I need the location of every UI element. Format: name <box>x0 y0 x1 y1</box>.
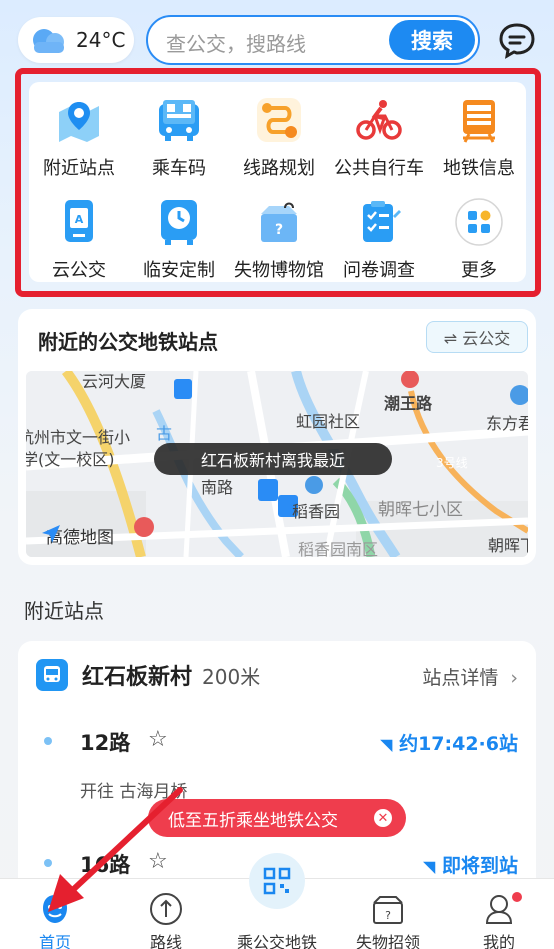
arrival-text: 约17:42·6站 <box>399 733 518 755</box>
map-label: 稻香园南区 <box>298 540 378 557</box>
station-detail-link[interactable]: 站点详情 › <box>422 663 518 690</box>
nav-label: 失物招领 <box>355 933 420 949</box>
promo-text: 低至五折乘坐地铁公交 <box>168 810 338 831</box>
arrival-info: ◥ 约17:42·6站 <box>380 729 518 756</box>
navigation-arrow-icon <box>42 525 60 543</box>
station-name: 红石板新村 <box>82 665 193 690</box>
temperature: 24°C <box>76 28 126 52</box>
map-label: 南路 <box>201 478 233 497</box>
map-label: 东方君 <box>486 414 528 433</box>
lost-box-icon: ? <box>373 896 403 924</box>
compass-icon <box>150 893 182 925</box>
cloud-bus-button[interactable]: ⇌ 云公交 <box>426 321 528 353</box>
route-name: 12路 <box>80 731 131 755</box>
map-label: 潮王路 <box>384 394 433 413</box>
map-label: 朝晖七小区 <box>378 500 463 520</box>
notification-dot <box>512 892 522 902</box>
station-header: 红石板新村 200米 <box>36 659 260 691</box>
station-distance: 200米 <box>202 664 261 689</box>
nav-lost-found[interactable]: ? 失物招领 <box>338 879 438 949</box>
qr-code-icon <box>263 867 291 895</box>
promo-banner[interactable]: 低至五折乘坐地铁公交 ✕ <box>148 799 406 837</box>
map-label: 3号线 <box>436 456 468 470</box>
nav-label: 路线 <box>149 933 182 949</box>
svg-text:?: ? <box>385 909 391 922</box>
qr-ride-button[interactable] <box>249 853 305 909</box>
route-dot <box>44 859 52 867</box>
nav-profile[interactable]: 我的 <box>449 879 549 949</box>
weather-widget[interactable]: 24°C <box>18 17 134 63</box>
map-label: 杭州市文一街小 <box>26 428 130 447</box>
route-name: 16路 <box>80 853 131 877</box>
nav-home[interactable]: 首页 <box>5 879 105 949</box>
map-view[interactable]: 云河大厦 虹园社区 潮王路 东方君 杭州市文一街小 学(文一校区) 古 南路 朝… <box>26 371 528 557</box>
star-icon[interactable]: ☆ <box>148 849 168 874</box>
search-button[interactable]: 搜索 <box>389 20 475 60</box>
map-card-title: 附近的公交地铁站点 <box>38 330 218 354</box>
search-placeholder[interactable]: 查公交，搜路线 <box>166 28 306 57</box>
route-dot <box>44 737 52 745</box>
map-label: 虹园社区 <box>296 412 360 431</box>
nav-label: 首页 <box>38 933 71 949</box>
nav-route[interactable]: 路线 <box>116 879 216 949</box>
home-face-icon <box>43 895 67 923</box>
cloud-icon <box>33 29 64 53</box>
station-detail-label: 站点详情 <box>422 667 499 689</box>
search-bar[interactable]: 查公交，搜路线 搜索 <box>146 15 480 65</box>
nav-label: 我的 <box>482 933 515 949</box>
signal-icon: ◥ <box>423 857 436 876</box>
star-icon[interactable]: ☆ <box>148 727 168 752</box>
signal-icon: ◥ <box>380 735 393 754</box>
map-logo: 高德地图 <box>40 523 114 548</box>
top-bar: 24°C 查公交，搜路线 搜索 <box>0 0 554 72</box>
chat-icon[interactable] <box>497 20 537 60</box>
nearest-station-bubble: 红石板新村离我最近 <box>154 443 392 475</box>
chevron-right-icon: › <box>510 667 518 689</box>
map-label: 朝晖下 <box>488 536 528 555</box>
bus-icon <box>36 659 68 691</box>
highlight-frame <box>15 68 541 297</box>
arrival-info: ◥ 即将到站 <box>423 851 518 878</box>
map-label: 云河大厦 <box>82 372 146 391</box>
close-icon[interactable]: ✕ <box>374 809 392 827</box>
nearby-map-card: 附近的公交地铁站点 ⇌ 云公交 云河大厦 虹园社区 潮王路 东方君 杭州市文一街… <box>18 309 536 565</box>
arrival-text: 即将到站 <box>441 855 518 877</box>
nearby-stations-title: 附近站点 <box>24 599 104 623</box>
map-label: 学(文一校区) <box>26 450 115 469</box>
map-label: 稻香园 <box>292 502 340 521</box>
map-label: 古 <box>156 424 172 443</box>
nav-label: 乘公交地铁 <box>236 933 317 949</box>
